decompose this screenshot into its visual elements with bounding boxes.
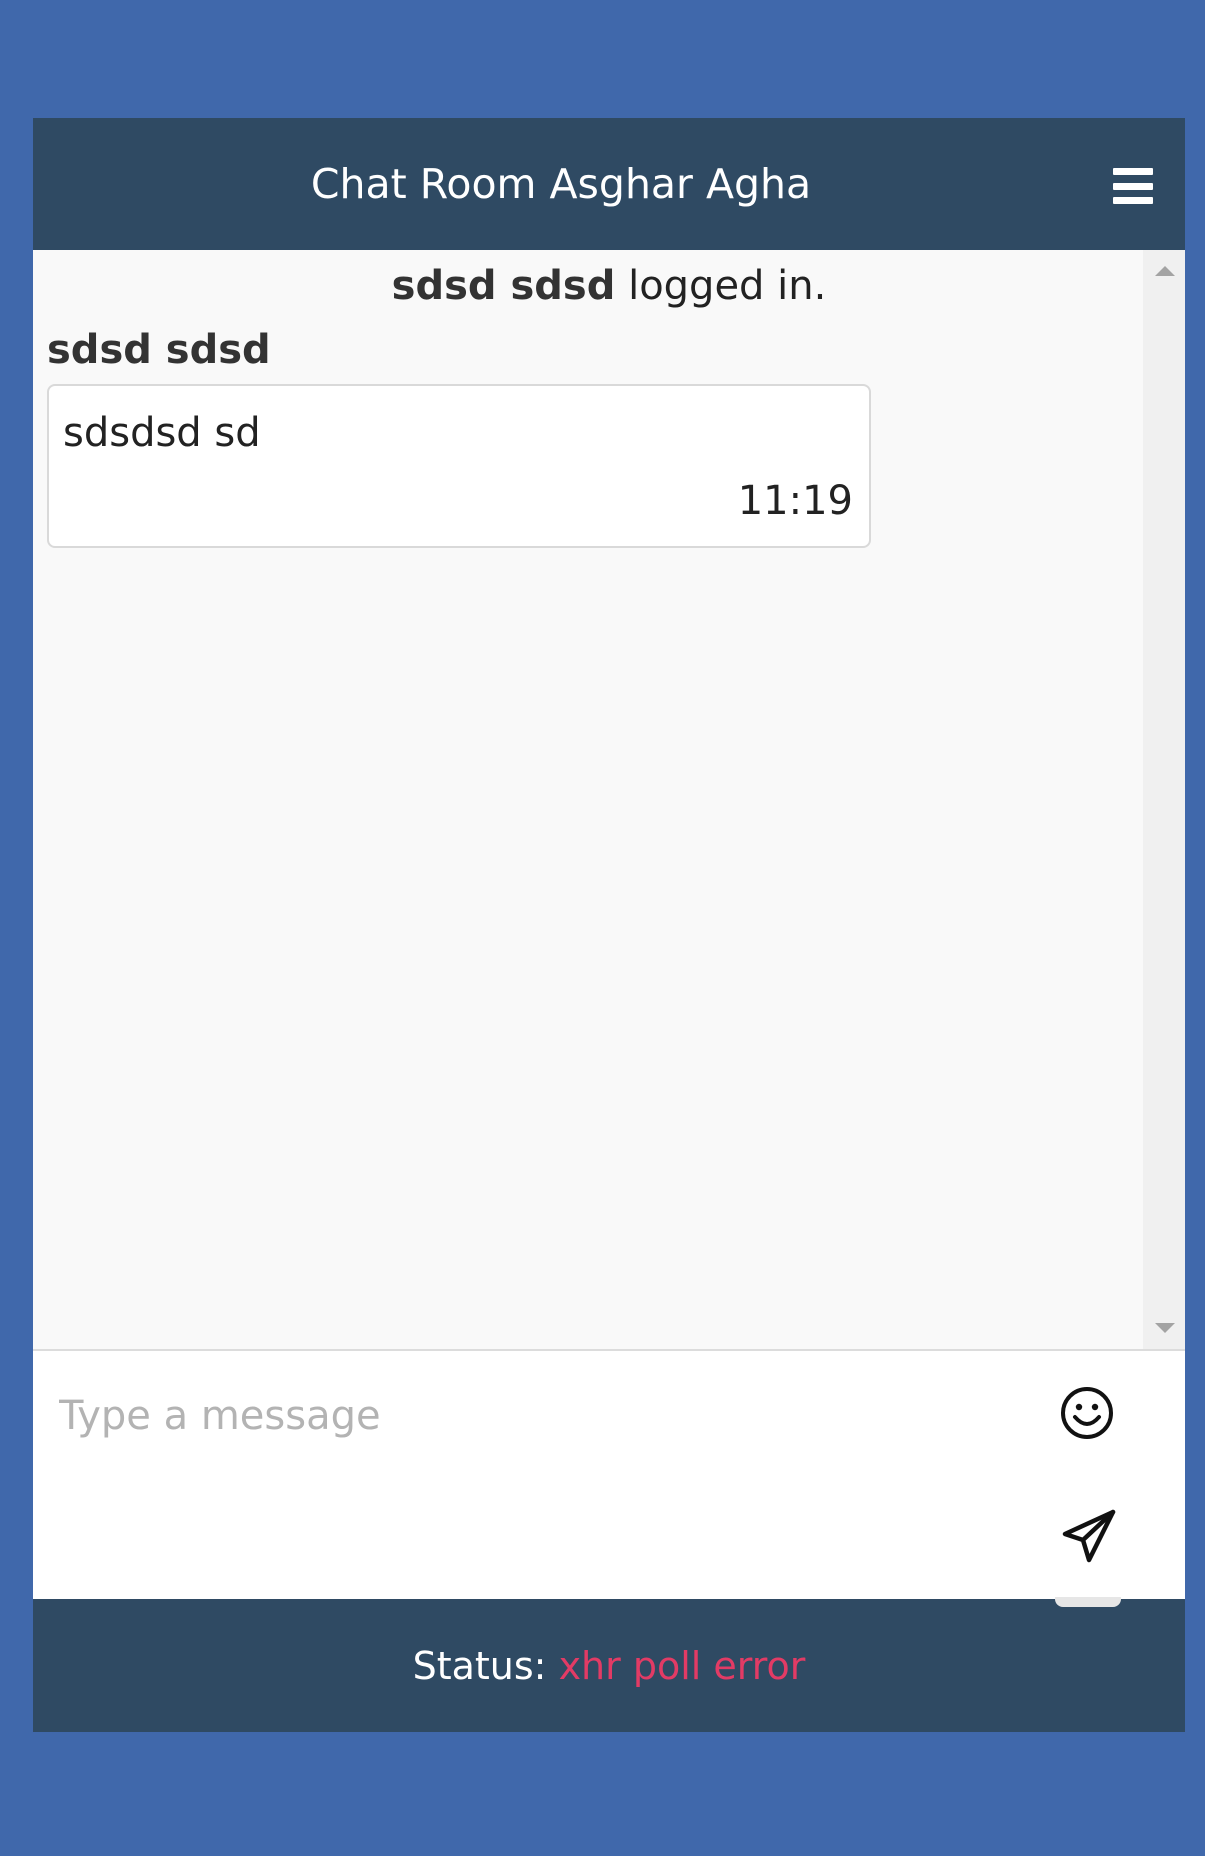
messages-area[interactable]: sdsd sdsd logged in. sdsd sdsd sdsdsd sd… xyxy=(33,250,1185,1351)
message-list: sdsd sdsd logged in. sdsd sdsd sdsdsd sd… xyxy=(33,250,1143,1349)
chat-title: Chat Room Asghar Agha xyxy=(310,160,812,208)
system-message-user: sdsd sdsd xyxy=(391,263,616,309)
scroll-up-arrow-icon[interactable] xyxy=(1155,266,1175,276)
status-value: xhr poll error xyxy=(558,1643,806,1688)
chat-footer: Status: xhr poll error xyxy=(33,1599,1185,1732)
scrollbar[interactable] xyxy=(1143,250,1185,1349)
status-line: Status: xhr poll error xyxy=(413,1644,806,1688)
message-sender: sdsd sdsd xyxy=(47,327,271,373)
menu-bar xyxy=(1113,168,1153,175)
system-message: sdsd sdsd logged in. xyxy=(47,262,1129,310)
chat-header: Chat Room Asghar Agha xyxy=(33,118,1185,250)
menu-bar xyxy=(1113,197,1153,204)
menu-bar xyxy=(1113,182,1153,190)
message-input[interactable] xyxy=(59,1381,1019,1451)
status-label: Status: xyxy=(412,1643,547,1688)
smiley-icon[interactable] xyxy=(1059,1385,1115,1441)
hamburger-menu-icon[interactable] xyxy=(1113,168,1153,204)
system-message-text: logged in. xyxy=(628,263,827,309)
scroll-down-arrow-icon[interactable] xyxy=(1155,1323,1175,1333)
chat-window: Chat Room Asghar Agha sdsd sdsd logged i… xyxy=(33,118,1185,1732)
message-bubble: sdsdsd sd 11:19 xyxy=(47,384,871,548)
message-text: sdsdsd sd xyxy=(63,410,261,456)
message-composer xyxy=(33,1351,1185,1607)
message-time: 11:19 xyxy=(737,478,853,524)
page: Chat Room Asghar Agha sdsd sdsd logged i… xyxy=(0,0,1205,1856)
paper-plane-icon[interactable] xyxy=(1059,1506,1119,1566)
send-button-tab xyxy=(1055,1597,1121,1607)
